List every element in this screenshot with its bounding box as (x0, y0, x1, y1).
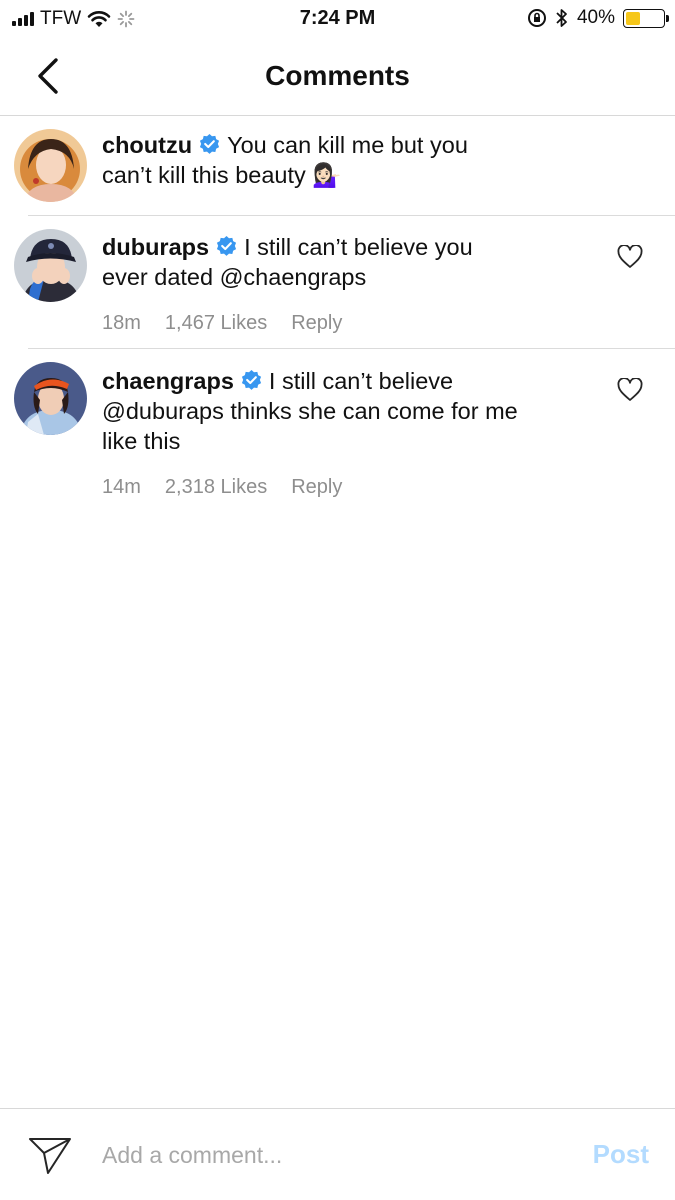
comment-likes[interactable]: 1,467 Likes (165, 312, 267, 335)
post-button[interactable]: Post (593, 1139, 649, 1170)
like-button[interactable] (617, 377, 643, 402)
heart-icon (617, 244, 643, 268)
battery-level (626, 11, 641, 25)
comment-meta: 14m 2,318 Likes Reply (102, 476, 342, 499)
heart-icon (617, 377, 643, 401)
comment-meta: 18m 1,467 Likes Reply (102, 312, 342, 335)
rotation-lock-icon (527, 9, 546, 27)
comment-item: chaengraps I still can’t believe @dubura… (0, 349, 675, 509)
comment-time: 18m (102, 312, 141, 334)
comment-composer: Post (0, 1108, 675, 1200)
comment-item: choutzu You can kill me but you can’t ki… (0, 116, 675, 216)
comment-body: choutzu You can kill me but you can’t ki… (102, 130, 522, 190)
avatar[interactable] (14, 229, 87, 302)
verified-badge-icon (199, 133, 220, 154)
status-right: 40% (527, 7, 669, 29)
comment-username[interactable]: choutzu (102, 132, 192, 158)
comment-input[interactable] (102, 1137, 562, 1173)
direct-send-button[interactable] (28, 1135, 72, 1175)
comment-username[interactable]: chaengraps (102, 368, 234, 394)
comment-body: chaengraps I still can’t believe @dubura… (102, 366, 522, 456)
battery-percent: 40% (576, 7, 615, 28)
avatar[interactable] (14, 129, 87, 202)
comment-username[interactable]: duburaps (102, 234, 209, 260)
comment-body: duburaps I still can’t believe you ever … (102, 232, 522, 292)
comments-header: Comments (0, 38, 675, 116)
comment-item: duburaps I still can’t believe you ever … (0, 216, 675, 348)
verified-badge-icon (241, 369, 262, 390)
page-title: Comments (265, 60, 410, 91)
paper-plane-icon (29, 1138, 71, 1174)
reply-button[interactable]: Reply (291, 476, 342, 499)
avatar[interactable] (14, 362, 87, 435)
like-button[interactable] (617, 244, 643, 269)
bluetooth-icon (556, 9, 567, 27)
reply-button[interactable]: Reply (291, 312, 342, 335)
comment-time: 14m (102, 476, 141, 498)
status-bar: TFW 7:24 PM 40% (0, 0, 675, 38)
comment-likes[interactable]: 2,318 Likes (165, 476, 267, 499)
battery-icon (623, 8, 669, 28)
verified-badge-icon (216, 235, 237, 256)
